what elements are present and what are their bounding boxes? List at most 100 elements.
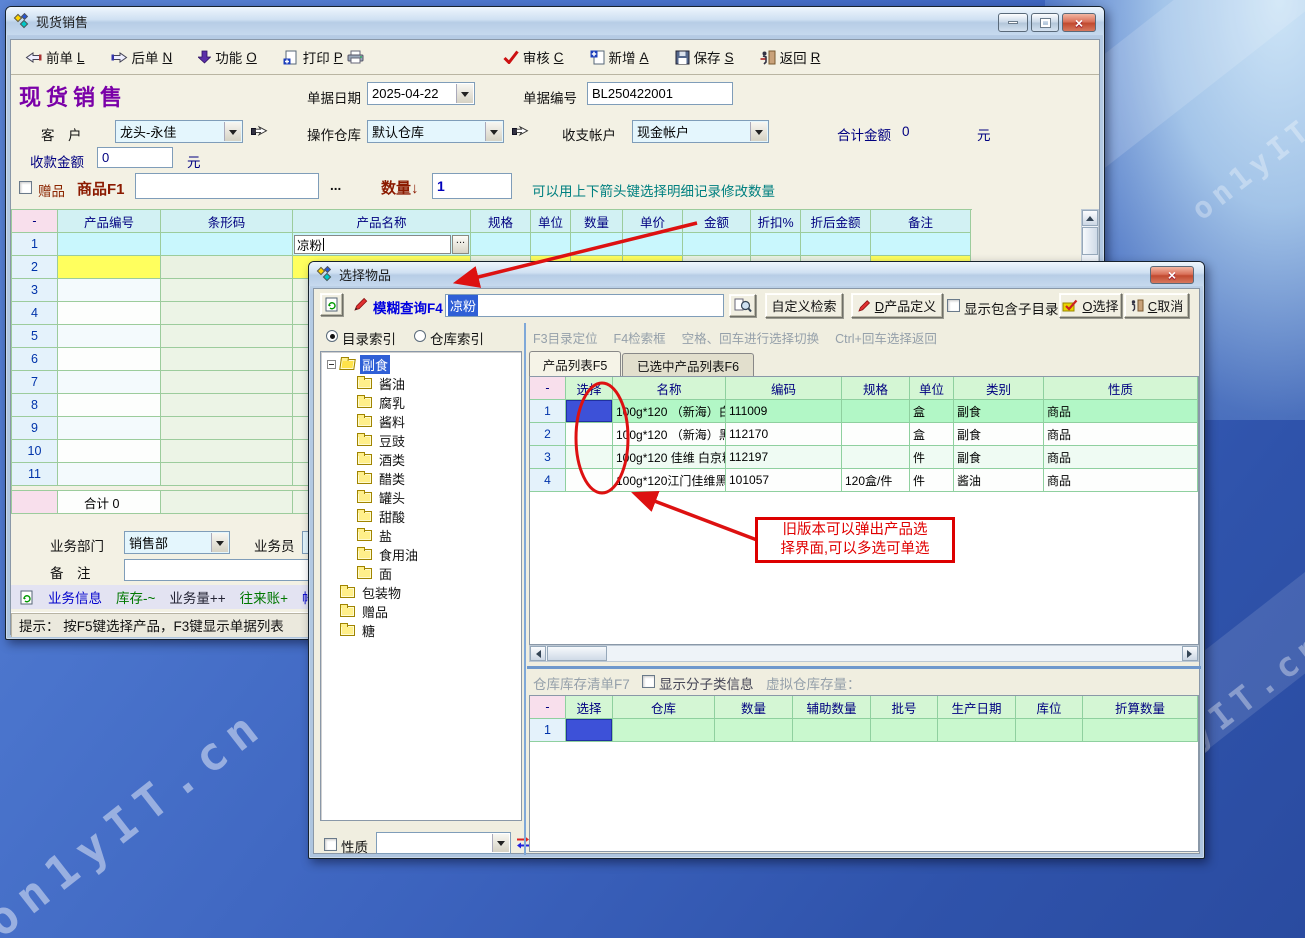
function-button[interactable]: 功能O <box>198 47 257 67</box>
close-button[interactable]: × <box>1062 13 1096 32</box>
grid-cell[interactable]: 8 <box>12 394 58 417</box>
product-cell[interactable]: 副食 <box>954 400 1044 423</box>
stock-row[interactable]: 1 <box>530 719 1198 742</box>
main-window-titlebar[interactable]: 现货销售 × <box>6 7 1104 35</box>
grid-cell[interactable] <box>571 233 623 256</box>
product-cell[interactable]: 4 <box>530 469 566 492</box>
select-cell[interactable] <box>566 423 613 446</box>
tab-selected-list[interactable]: 已选中产品列表F6 <box>622 353 754 376</box>
product-cell[interactable]: 101057 <box>726 469 842 492</box>
tree-item[interactable]: 糖 <box>321 621 521 640</box>
product-cell[interactable]: 副食 <box>954 423 1044 446</box>
warehouse-index-radio[interactable] <box>414 330 426 342</box>
product-define-button[interactable]: D产品定义 <box>851 293 943 318</box>
audit-button[interactable]: 审核C <box>503 47 564 67</box>
lookup-ellipsis-button[interactable]: ... <box>452 235 469 254</box>
tree-item-label[interactable]: 甜酸 <box>377 507 407 526</box>
stock-cell[interactable] <box>613 719 715 742</box>
grid-cell[interactable]: 10 <box>12 440 58 463</box>
tree-item-label[interactable]: 赠品 <box>360 602 390 621</box>
scroll-left-button[interactable] <box>530 646 546 661</box>
tree-item[interactable]: 副食 <box>321 355 521 374</box>
product-cell[interactable] <box>842 446 910 469</box>
tree-item[interactable]: 酱油 <box>321 374 521 393</box>
doc-date-combo[interactable]: 2025-04-22 <box>367 82 475 105</box>
pointing-hand-icon[interactable] <box>251 124 269 138</box>
tree-item[interactable]: 甜酸 <box>321 507 521 526</box>
grid-cell[interactable]: 3 <box>12 279 58 302</box>
grid-cell[interactable]: 凉粉... <box>293 233 471 256</box>
tree-item-label[interactable]: 面 <box>377 564 394 583</box>
product-cell[interactable]: 盒 <box>910 400 954 423</box>
grid-cell[interactable] <box>751 233 801 256</box>
grid-cell[interactable] <box>58 302 161 325</box>
select-cell[interactable] <box>566 469 613 492</box>
product-cell[interactable] <box>842 423 910 446</box>
grid-cell[interactable] <box>161 371 293 394</box>
dialog-close-button[interactable]: × <box>1150 266 1194 284</box>
product-cell[interactable]: 3 <box>530 446 566 469</box>
tree-item-label[interactable]: 盐 <box>377 526 394 545</box>
grid-cell[interactable] <box>161 348 293 371</box>
tab-product-list[interactable]: 产品列表F5 <box>529 351 621 376</box>
grid-cell[interactable] <box>58 371 161 394</box>
product-hscrollbar[interactable] <box>529 645 1199 662</box>
tree-item[interactable]: 醋类 <box>321 469 521 488</box>
grid-cell[interactable] <box>161 302 293 325</box>
search-button[interactable] <box>729 294 756 317</box>
product-name-editor[interactable]: 凉粉 <box>294 235 451 254</box>
grid-cell[interactable] <box>161 233 293 256</box>
product-cell[interactable]: 100g*120江门佳维黑京 <box>613 469 726 492</box>
doc-no-input[interactable]: BL250422001 <box>587 82 733 105</box>
nature-checkbox[interactable] <box>324 838 337 851</box>
select-cell[interactable] <box>566 446 613 469</box>
product-cell[interactable]: 120盒/件 <box>842 469 910 492</box>
panel-splitter[interactable] <box>524 323 526 855</box>
dept-combo[interactable]: 销售部 <box>124 531 230 554</box>
grid-cell[interactable] <box>161 463 293 486</box>
grid-cell[interactable]: 6 <box>12 348 58 371</box>
product-cell[interactable]: 2 <box>530 423 566 446</box>
warehouse-combo[interactable]: 默认仓库 <box>367 120 504 143</box>
product-input[interactable] <box>135 173 319 199</box>
grid-cell[interactable] <box>801 233 871 256</box>
received-amount-input[interactable]: 0 <box>97 147 173 168</box>
scrollbar-thumb[interactable] <box>1082 227 1098 255</box>
stock-cell[interactable]: 1 <box>530 719 566 742</box>
stock-cell[interactable] <box>938 719 1016 742</box>
grid-cell[interactable]: 5 <box>12 325 58 348</box>
grid-cell[interactable]: 9 <box>12 417 58 440</box>
grid-cell[interactable] <box>531 233 571 256</box>
grid-row[interactable]: 1 凉粉... <box>12 233 972 256</box>
product-row[interactable]: 1100g*120 （新海）白京111009盒副食商品 <box>530 400 1198 423</box>
stock-cell[interactable] <box>715 719 793 742</box>
prev-doc-button[interactable]: 前单L <box>25 47 85 67</box>
tree-expander-icon[interactable] <box>327 360 336 369</box>
grid-cell[interactable] <box>58 279 161 302</box>
return-button[interactable]: 返回R <box>760 47 821 67</box>
gift-checkbox[interactable] <box>19 181 32 194</box>
show-subclass-checkbox[interactable] <box>642 675 655 688</box>
tree-item-label[interactable]: 食用油 <box>377 545 420 564</box>
stock-cell[interactable] <box>871 719 938 742</box>
doc-date-dropdown[interactable] <box>456 84 473 103</box>
tree-item-label[interactable]: 豆豉 <box>377 431 407 450</box>
volume-link[interactable]: 业务量++ <box>169 587 225 607</box>
warehouse-dropdown[interactable] <box>485 122 502 141</box>
tree-item-label[interactable]: 酱油 <box>377 374 407 393</box>
tree-item-label[interactable]: 罐头 <box>377 488 407 507</box>
grid-cell[interactable] <box>58 325 161 348</box>
tree-item-label[interactable]: 醋类 <box>377 469 407 488</box>
grid-cell[interactable] <box>683 233 751 256</box>
grid-cell[interactable]: 1 <box>12 233 58 256</box>
tree-item-label[interactable]: 糖 <box>360 621 377 640</box>
grid-cell[interactable] <box>161 394 293 417</box>
product-cell[interactable]: 件 <box>910 446 954 469</box>
product-cell[interactable]: 100g*120 （新海）白京 <box>613 400 726 423</box>
stock-cell[interactable] <box>793 719 871 742</box>
maximize-button[interactable] <box>1031 13 1059 32</box>
grid-cell[interactable] <box>58 417 161 440</box>
grid-cell[interactable] <box>58 348 161 371</box>
cancel-button[interactable]: C取消 <box>1124 293 1189 318</box>
dept-dropdown[interactable] <box>211 533 228 552</box>
